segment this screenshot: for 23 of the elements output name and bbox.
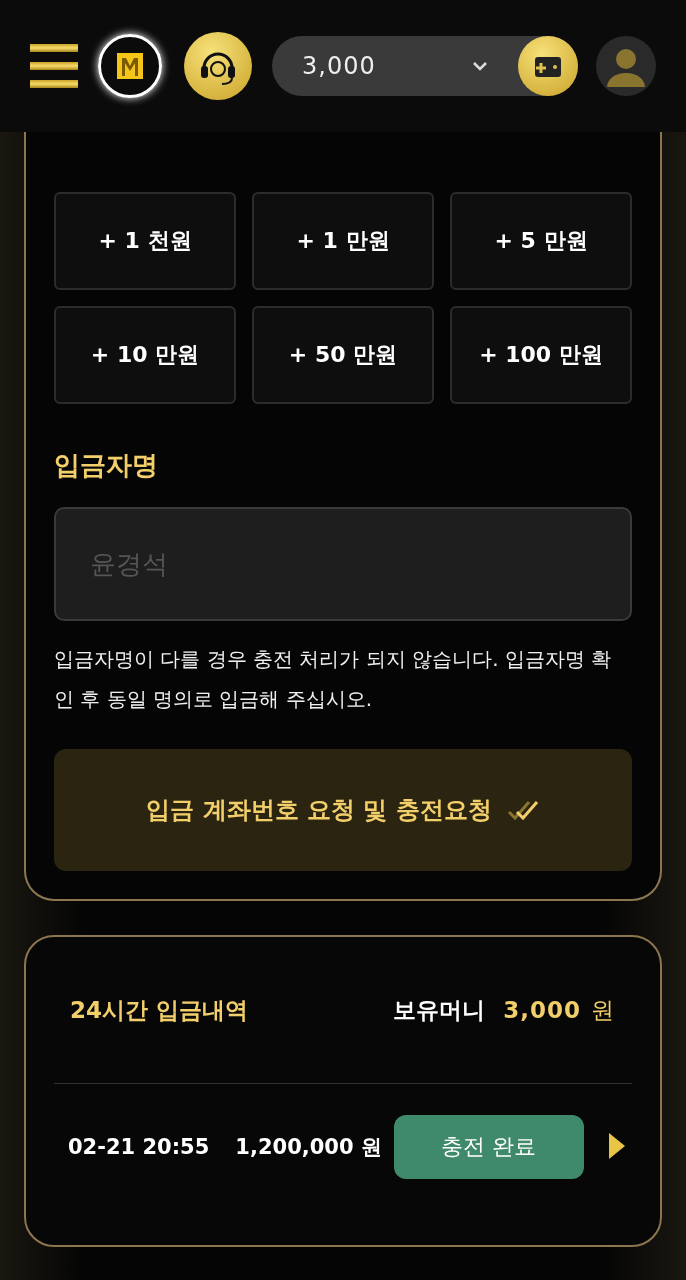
notice-text: 입금자명이 다를 경우 충전 처리가 되지 않습니다. 입금자명 확인 후 동일 명의로 입금해 주십시오.: [54, 646, 613, 713]
deposit-amount: 1,200,000 원: [235, 1134, 382, 1161]
request-button[interactable]: 입금 계좌번호 요청 및 충전요청: [54, 749, 632, 871]
amount-button[interactable]: + 10 만원: [54, 306, 236, 404]
history-title: 24시간 입금내역: [70, 995, 249, 1025]
deposit-datetime: 02-21 20:55: [68, 1135, 210, 1159]
balance-amount: 3,000: [302, 52, 377, 80]
amount-button[interactable]: + 1 천원: [54, 192, 236, 290]
menu-icon[interactable]: [30, 44, 78, 88]
amount-button[interactable]: + 1 만원: [252, 192, 434, 290]
balance-value: 3,000: [503, 997, 581, 1023]
amount-button[interactable]: + 50 만원: [252, 306, 434, 404]
depositor-label: 입금자명: [54, 449, 159, 482]
chevron-down-icon: [472, 61, 488, 71]
amount-button[interactable]: + 100 만원: [450, 306, 632, 404]
amount-button[interactable]: + 5 만원: [450, 192, 632, 290]
double-check-icon: [505, 798, 540, 822]
logo-icon[interactable]: [98, 34, 162, 98]
balance-dropdown[interactable]: 3,000: [272, 36, 578, 96]
status-button[interactable]: 충전 완료: [393, 1115, 584, 1179]
balance-label: 보유머니: [393, 995, 486, 1025]
wallet-plus-icon[interactable]: [518, 36, 578, 96]
currency-unit: 원: [591, 995, 614, 1025]
